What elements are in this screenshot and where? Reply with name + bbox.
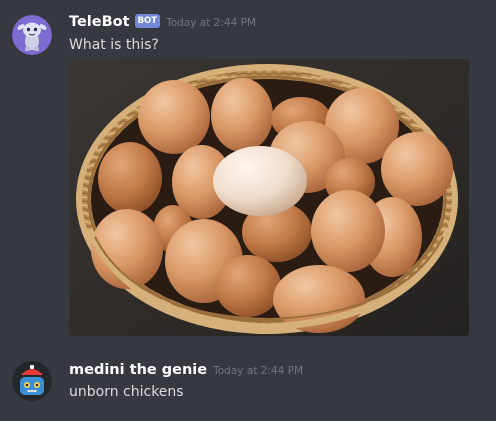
genie-robot-avatar-icon[interactable] <box>12 361 52 401</box>
username[interactable]: TeleBot <box>69 14 130 30</box>
bot-tag-badge: BOT <box>134 14 161 28</box>
message-content: unborn chickens <box>69 384 184 400</box>
alien-mascot-avatar-icon[interactable] <box>12 15 52 55</box>
message-header: TeleBot BOT Today at 2:44 PM <box>69 14 256 30</box>
chat-messages: TeleBot BOT Today at 2:44 PM What is thi… <box>0 0 496 421</box>
message-timestamp: Today at 2:44 PM <box>213 365 304 377</box>
egg-basket-photo-icon[interactable] <box>69 59 469 336</box>
username[interactable]: medini the genie <box>69 362 207 378</box>
message-content: What is this? <box>69 37 159 53</box>
message-timestamp: Today at 2:44 PM <box>166 17 256 29</box>
message-header: medini the genie Today at 2:44 PM <box>69 362 303 378</box>
